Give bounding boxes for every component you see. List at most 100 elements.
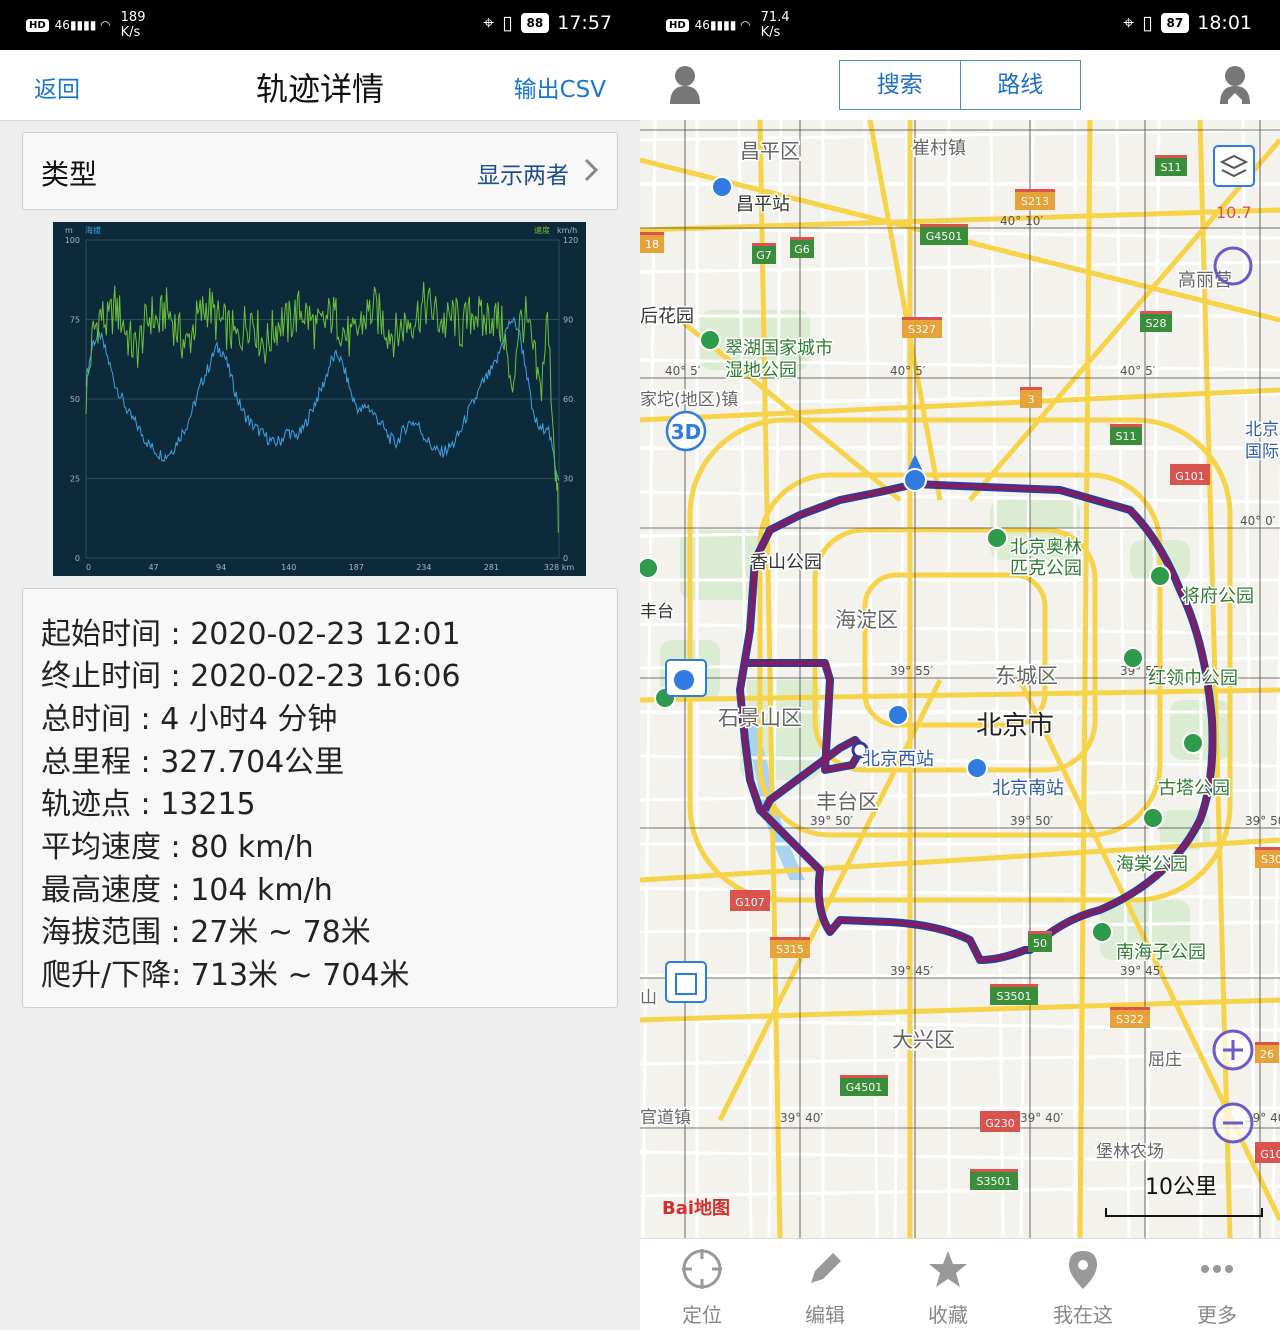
place-label[interactable]: 北京市 <box>975 710 1056 743</box>
left-axis-label: 海拔 <box>85 225 101 235</box>
place-label[interactable]: 湿地公园 <box>724 359 799 383</box>
place-label[interactable]: 后花园 <box>640 305 696 329</box>
current-location-icon[interactable] <box>903 468 927 492</box>
place-label[interactable]: 石景山区 <box>717 705 804 732</box>
place-label[interactable]: 将府公园 <box>1181 585 1256 609</box>
vibrate-icon: ▯ <box>502 12 513 34</box>
net-speed-unit: K/s <box>760 25 781 40</box>
place-label[interactable]: 屈庄 <box>1147 1049 1184 1072</box>
place-label[interactable]: 翠湖国家城市 <box>724 337 835 361</box>
nav-item-locate[interactable]: 定位 <box>652 1239 752 1330</box>
poi-marker-icon[interactable] <box>699 329 721 351</box>
place-label[interactable]: 北京西站 <box>861 748 936 772</box>
road-shield-label: S322 <box>1116 1013 1144 1026</box>
place-label[interactable]: 丰台区 <box>815 789 881 816</box>
nav-item-here[interactable]: 我在这 <box>1033 1239 1133 1330</box>
place-label[interactable]: 崔村镇 <box>911 137 968 161</box>
place-label[interactable]: 海淀区 <box>834 607 900 634</box>
place-label[interactable]: 海棠公园 <box>1115 853 1190 877</box>
x-tick-label: 281 <box>484 563 499 572</box>
stat-label: 总时间 <box>41 702 131 737</box>
place-label[interactable]: 丰台 <box>640 601 676 624</box>
grid-coordinate-label: 40° 10′ <box>1000 214 1043 228</box>
stat-row: 总里程 : 327.704公里 <box>41 737 344 781</box>
road-shield: S213 <box>1015 189 1055 210</box>
signal-icon: 46▮▮▮▮ ◠ <box>694 18 751 32</box>
poi-marker-icon[interactable] <box>986 527 1008 549</box>
road-shield-label: S213 <box>1021 195 1049 208</box>
place-label[interactable]: 堡林农场 <box>1095 1141 1166 1164</box>
poi-marker-icon[interactable] <box>711 176 733 198</box>
left-tick-label: 0 <box>75 554 80 563</box>
poi-marker-icon[interactable] <box>1122 647 1144 669</box>
chart-svg: 100 12075 9050 6025 300 00 47 94 140 187 234 281 328… <box>65 225 579 572</box>
crosshair-icon <box>682 1249 722 1289</box>
place-label[interactable]: 东城区 <box>994 663 1060 690</box>
place-label[interactable]: 北京 <box>1244 419 1280 442</box>
place-label[interactable]: 香山公园 <box>749 551 824 575</box>
elevation-speed-chart: 100 120 75 90 50 60 25 30 0 0 0 47 94 140 187 234 281 328… <box>53 222 586 576</box>
grid-coordinate-label: 39° 50′ <box>1245 814 1280 828</box>
export-csv-button[interactable]: 输出CSV <box>514 70 606 104</box>
place-label[interactable]: 山 <box>640 987 659 1010</box>
road-shield: S315 <box>770 937 810 958</box>
nav-item-fav[interactable]: 收藏 <box>898 1239 998 1330</box>
route-tab[interactable]: 路线 <box>961 61 1081 109</box>
nav-item-more[interactable]: 更多 <box>1167 1239 1267 1330</box>
layers-icon[interactable] <box>1213 145 1255 187</box>
chevron-right-icon <box>584 158 599 182</box>
road-shield-label: 3 <box>1028 393 1035 406</box>
poi-marker-icon[interactable] <box>887 704 909 726</box>
place-label[interactable]: 匹克公园 <box>1009 557 1084 581</box>
place-label[interactable]: 官道镇 <box>640 1107 693 1130</box>
place-label[interactable]: 北京南站 <box>991 777 1066 801</box>
grid-coordinate-label: 39° 45′ <box>1120 964 1163 978</box>
search-tab[interactable]: 搜索 <box>840 61 961 109</box>
road-shield-top <box>1110 1007 1150 1010</box>
place-label[interactable]: 家坨(地区)镇 <box>640 389 740 412</box>
trash-icon[interactable] <box>665 961 707 1003</box>
network-speed: 189 K/s <box>121 10 146 40</box>
road-shield: G107 <box>730 890 770 911</box>
place-label[interactable]: 红领巾公园 <box>1147 667 1240 691</box>
poi-marker-icon[interactable] <box>966 757 988 779</box>
road-shield: S327 <box>902 317 942 338</box>
road-shield-top <box>640 232 664 235</box>
map-view[interactable]: S11 S213 G4501 G7 G6 S327 S28 3 S11 G101 G107 S315 S… <box>640 120 1280 1238</box>
place-label[interactable]: 北京奥林 <box>1009 536 1084 560</box>
type-value: 显示两者 <box>477 163 569 189</box>
left-tick-label: 100 <box>65 236 80 245</box>
map-canvas[interactable]: S11 S213 G4501 G7 G6 S327 S28 3 S11 G101 G107 S315 S… <box>640 120 1280 1238</box>
place-label[interactable]: 南海子公园 <box>1115 941 1208 965</box>
place-label[interactable]: 大兴区 <box>891 1027 957 1054</box>
user-avatar-icon[interactable] <box>668 64 702 104</box>
road-shield-label: S11 <box>1161 161 1182 174</box>
grid-coordinate-label: 40° 5′ <box>665 364 701 378</box>
road-shield: 3 <box>1020 387 1042 408</box>
road-shield-label: 26 <box>1260 1048 1274 1061</box>
nav-item-edit[interactable]: 编辑 <box>775 1239 875 1330</box>
type-selector[interactable]: 类型 显示两者 <box>22 132 618 210</box>
grid-coordinate-label: 40° 5′ <box>890 364 926 378</box>
poi-marker-icon[interactable] <box>640 557 659 579</box>
poi-marker-icon[interactable] <box>1182 732 1204 754</box>
stat-label: 平均速度 <box>41 830 161 865</box>
stat-value: 713米 ~ 704米 <box>190 958 410 993</box>
road-shield: G4501 <box>840 1075 888 1096</box>
stat-label: 总里程 <box>41 745 131 780</box>
search-route-toggle: 搜索 路线 <box>839 60 1081 110</box>
stat-row: 平均速度 : 80 km/h <box>41 822 314 866</box>
place-label[interactable]: 昌平区 <box>739 138 802 165</box>
pencil-icon <box>811 1253 841 1283</box>
place-label[interactable]: 昌平站 <box>735 193 792 217</box>
place-label[interactable]: 古塔公园 <box>1157 777 1232 801</box>
poi-marker-icon[interactable] <box>1149 565 1171 587</box>
road-shield: 26 <box>1255 1042 1279 1063</box>
place-label[interactable]: 国际 <box>1244 441 1280 464</box>
status-bar-right: HD 46▮▮▮▮ ◠ 71.4 K/s ⌖ ▯ 87 18:01 <box>640 0 1280 50</box>
road-shield-top <box>1255 1042 1279 1045</box>
poi-marker-icon[interactable] <box>1091 921 1113 943</box>
home-user-icon[interactable] <box>1218 64 1252 104</box>
stat-separator: : <box>161 873 191 908</box>
poi-marker-icon[interactable] <box>1142 807 1164 829</box>
